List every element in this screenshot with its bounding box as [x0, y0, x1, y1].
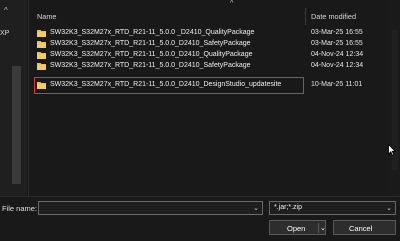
- file-list-row[interactable]: SW32K3_S32M27x_RTD_R21-11_5.0.0 _D2410_Q…: [30, 28, 400, 39]
- file-name-combobox[interactable]: ⌄: [38, 201, 263, 215]
- file-list-row[interactable]: SW32K3_S32M27x_RTD_R21-11_5.0.0_D2410_Sa…: [30, 39, 400, 50]
- folder-icon: [37, 63, 46, 70]
- open-button[interactable]: Open ⌄: [269, 220, 326, 235]
- file-name: SW32K3_S32M27x_RTD_R21-11_5.0.0_D2410_Sa…: [50, 40, 251, 47]
- column-header: ^ Name Date modified: [30, 0, 400, 27]
- mouse-pointer-icon: [388, 144, 396, 156]
- file-list-row[interactable]: SW32K3_S32M27x_RTD_R21-11_5.0.0_D2410_Qu…: [30, 50, 400, 61]
- navigation-pane[interactable]: ^ XP: [0, 0, 27, 196]
- file-name: SW32K3_S32M27x_RTD_R21-11_5.0.0_D2410_Qu…: [50, 51, 253, 58]
- file-date: 03-Mar-25 16:55: [311, 40, 363, 47]
- file-date: 10-Mar-25 11:01: [311, 81, 363, 88]
- file-name: SW32K3_S32M27x_RTD_R21-11_5.0.0 _D2410_Q…: [50, 29, 255, 36]
- file-name: SW32K3_S32M27x_RTD_R21-11_5.0.0_D2410_Sa…: [50, 62, 251, 69]
- file-date: 04-Nov-24 12:34: [311, 62, 364, 69]
- footer-divider: [0, 196, 400, 197]
- folder-icon: [37, 82, 46, 89]
- folder-icon: [37, 52, 46, 59]
- folder-icon: [37, 41, 46, 48]
- chevron-down-icon[interactable]: ⌄: [253, 204, 259, 212]
- folder-icon: [37, 30, 46, 37]
- file-name: SW32K3_S32M27x_RTD_R21-11_5.0.0_D2410_De…: [50, 81, 282, 88]
- file-name-label: File name:: [2, 204, 38, 213]
- column-separator[interactable]: [305, 8, 306, 25]
- open-button-label: Open: [287, 224, 306, 233]
- file-type-value: *.jar;*.zip: [274, 204, 303, 211]
- navigation-scrollbar[interactable]: [12, 66, 21, 184]
- chevron-down-icon[interactable]: ⌄: [320, 224, 326, 232]
- column-date-header[interactable]: Date modified: [311, 12, 356, 21]
- file-date: 03-Mar-25 16:55: [311, 29, 363, 36]
- cancel-button-label: Cancel: [349, 224, 373, 233]
- nav-item-label[interactable]: XP: [0, 30, 9, 37]
- file-type-filter[interactable]: *.jar;*.zip ⌄: [269, 201, 396, 215]
- chevron-down-icon[interactable]: ⌄: [386, 204, 392, 212]
- cancel-button[interactable]: Cancel: [333, 220, 396, 235]
- file-date: 04-Nov-24 12:34: [311, 51, 364, 58]
- file-list-scrollbar[interactable]: [390, 0, 400, 196]
- chevron-up-icon[interactable]: ^: [4, 7, 11, 15]
- pane-divider: [28, 0, 29, 196]
- file-list-row[interactable]: SW32K3_S32M27x_RTD_R21-11_5.0.0_D2410_Sa…: [30, 61, 400, 72]
- split-divider: [318, 223, 319, 233]
- column-name-header[interactable]: Name: [37, 12, 56, 21]
- sort-indicator-icon: ^: [230, 0, 234, 7]
- file-list: SW32K3_S32M27x_RTD_R21-11_5.0.0 _D2410_Q…: [30, 28, 400, 94]
- file-list-row-highlighted[interactable]: SW32K3_S32M27x_RTD_R21-11_5.0.0_D2410_De…: [30, 77, 400, 94]
- file-name-input[interactable]: [39, 202, 255, 214]
